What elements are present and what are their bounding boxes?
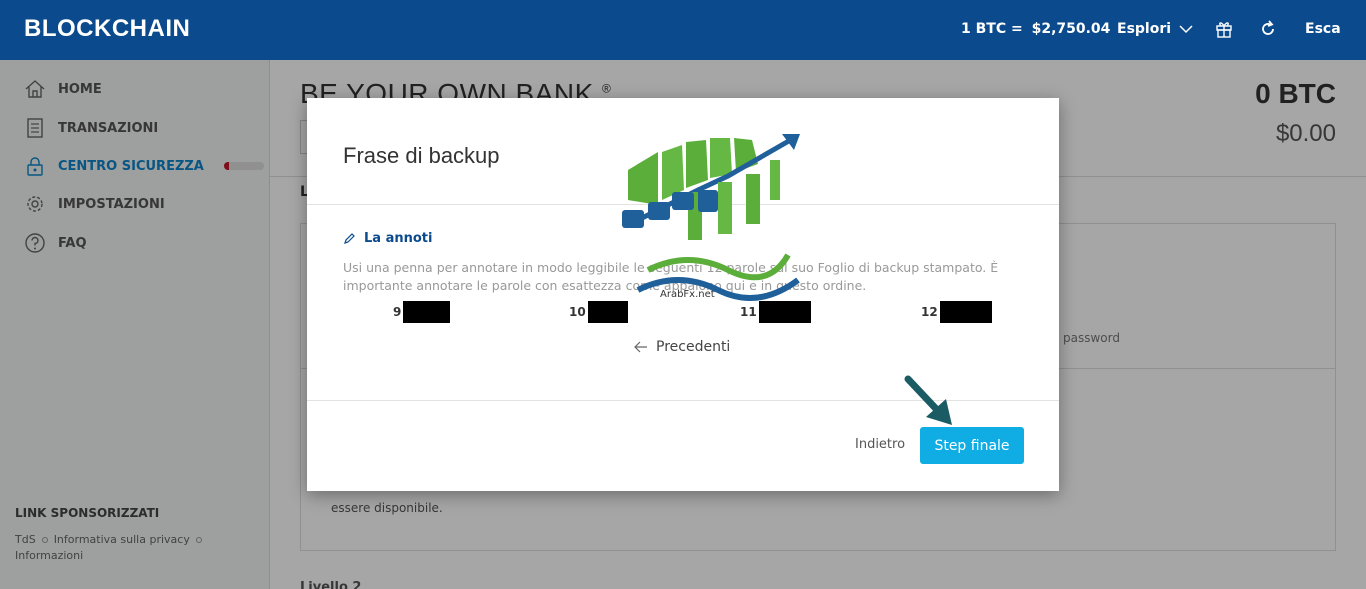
arrow-left-icon: [634, 341, 647, 353]
annotation-arrow-icon: [904, 375, 952, 425]
watermark-text: ArabFx.net: [660, 289, 715, 300]
rate-value: $2,750.04: [1031, 21, 1111, 37]
redacted-word: [939, 301, 992, 323]
backup-word: 9: [393, 301, 451, 323]
logout-button[interactable]: Esca: [1305, 21, 1341, 37]
chevron-down-icon: [1179, 25, 1193, 34]
refresh-icon[interactable]: [1259, 20, 1277, 38]
btc-rate: 1 BTC = $2,750.04: [961, 21, 1110, 37]
write-heading: La annoti: [343, 231, 432, 246]
previous-button[interactable]: Precedenti: [634, 339, 730, 355]
word-index: 10: [569, 305, 586, 319]
watermark-logo: [622, 133, 810, 301]
pencil-icon: [344, 233, 355, 244]
back-button[interactable]: Indietro: [855, 437, 905, 452]
final-step-button[interactable]: Step finale: [920, 427, 1024, 464]
brand-logo[interactable]: BLOCKCHAIN: [24, 15, 190, 43]
word-index: 9: [393, 305, 402, 319]
explore-menu[interactable]: Esplori: [1117, 21, 1193, 37]
rate-label: 1 BTC =: [961, 21, 1023, 37]
backup-word: 12: [921, 301, 992, 323]
top-bar: BLOCKCHAIN 1 BTC = $2,750.04 Esplori Esc…: [0, 0, 1366, 60]
word-index: 12: [921, 305, 938, 319]
redacted-word: [403, 301, 451, 323]
gift-icon[interactable]: [1215, 20, 1233, 38]
previous-label: Precedenti: [656, 339, 731, 355]
write-heading-text: La annoti: [364, 231, 433, 246]
modal-title: Frase di backup: [343, 143, 500, 168]
explore-label: Esplori: [1117, 21, 1172, 37]
